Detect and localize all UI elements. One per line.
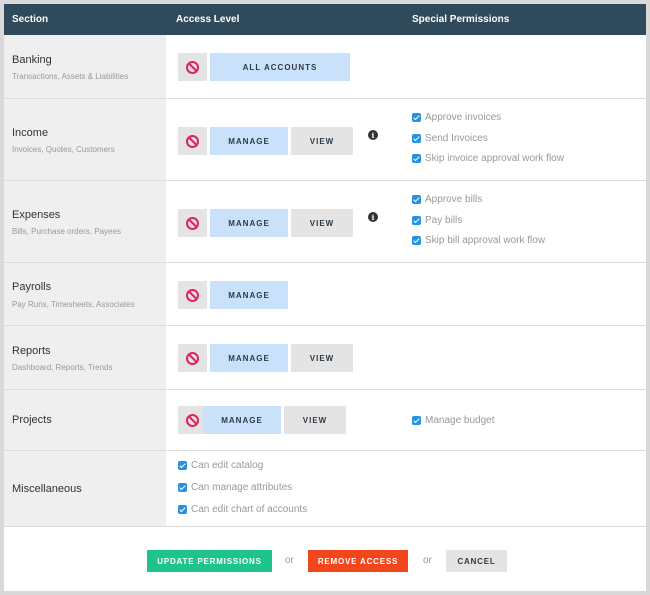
no-access-icon — [186, 413, 199, 427]
checkbox-checked-icon[interactable] — [412, 236, 421, 245]
no-access-icon — [186, 288, 199, 302]
row-banking: Banking Transactions, Assets & Liabiliti… — [4, 35, 646, 99]
row-title: Expenses — [12, 209, 61, 221]
view-button[interactable]: VIEW — [284, 406, 346, 434]
row-subtitle: Pay Runs, Timesheets, Associates — [12, 300, 135, 309]
perm-pay-bills[interactable]: Pay bills — [412, 215, 462, 226]
no-access-button[interactable] — [178, 127, 207, 155]
row-title: Income — [12, 127, 49, 139]
perm-manage-attributes[interactable]: Can manage attributes — [178, 482, 292, 493]
perm-skip-invoice-approval[interactable]: Skip invoice approval work flow — [412, 153, 564, 164]
info-icon[interactable]: i — [368, 212, 378, 222]
checkbox-checked-icon[interactable] — [178, 461, 187, 470]
perm-approve-bills[interactable]: Approve bills — [412, 194, 482, 205]
perm-skip-bill-approval[interactable]: Skip bill approval work flow — [412, 235, 545, 246]
view-button[interactable]: VIEW — [291, 344, 353, 372]
row-subtitle: Transactions, Assets & Liabilities — [12, 72, 129, 81]
row-title: Miscellaneous — [12, 483, 82, 495]
checkbox-checked-icon[interactable] — [412, 195, 421, 204]
no-access-button[interactable] — [178, 281, 207, 309]
manage-button[interactable]: MANAGE — [210, 281, 288, 309]
perm-approve-invoices[interactable]: Approve invoices — [412, 112, 501, 123]
manage-button[interactable]: MANAGE — [203, 406, 281, 434]
or-separator: or — [423, 555, 432, 566]
checkbox-checked-icon[interactable] — [412, 113, 421, 122]
or-separator: or — [285, 555, 294, 566]
header-section: Section — [12, 14, 49, 25]
no-access-icon — [186, 134, 199, 148]
no-access-button[interactable] — [178, 344, 207, 372]
all-accounts-button[interactable]: ALL ACCOUNTS — [210, 53, 350, 81]
no-access-button[interactable] — [178, 53, 207, 81]
checkbox-checked-icon[interactable] — [412, 134, 421, 143]
view-button[interactable]: VIEW — [291, 127, 353, 155]
header-access-level: Access Level — [176, 14, 240, 25]
perm-edit-chart-of-accounts[interactable]: Can edit chart of accounts — [178, 504, 307, 515]
no-access-icon — [186, 60, 199, 74]
row-title: Projects — [12, 414, 52, 426]
row-title: Banking — [12, 54, 52, 66]
checkbox-checked-icon[interactable] — [412, 216, 421, 225]
row-reports: Reports Dashboard, Reports, Trends MANAG… — [4, 326, 646, 390]
row-subtitle: Bills, Purchase orders, Payees — [12, 227, 121, 236]
row-title: Reports — [12, 345, 51, 357]
row-payrolls: Payrolls Pay Runs, Timesheets, Associate… — [4, 263, 646, 326]
checkbox-checked-icon[interactable] — [412, 154, 421, 163]
row-income: Income Invoices, Quotes, Customers MANAG… — [4, 99, 646, 181]
remove-access-button[interactable]: REMOVE ACCESS — [308, 550, 408, 572]
no-access-icon — [186, 351, 199, 365]
perm-edit-catalog[interactable]: Can edit catalog — [178, 460, 263, 471]
table-header: Section Access Level Special Permissions — [4, 4, 646, 35]
row-projects: Projects MANAGE VIEW Manage budget — [4, 390, 646, 451]
row-miscellaneous: Miscellaneous Can edit catalog Can manag… — [4, 451, 646, 527]
no-access-icon — [186, 216, 199, 230]
row-subtitle: Dashboard, Reports, Trends — [12, 363, 113, 372]
update-permissions-button[interactable]: UPDATE PERMISSIONS — [147, 550, 272, 572]
manage-button[interactable]: MANAGE — [210, 127, 288, 155]
checkbox-checked-icon[interactable] — [178, 505, 187, 514]
row-subtitle: Invoices, Quotes, Customers — [12, 145, 115, 154]
header-special-permissions: Special Permissions — [412, 14, 510, 25]
checkbox-checked-icon[interactable] — [412, 416, 421, 425]
cancel-button[interactable]: CANCEL — [446, 550, 507, 572]
manage-button[interactable]: MANAGE — [210, 344, 288, 372]
perm-manage-budget[interactable]: Manage budget — [412, 415, 495, 426]
row-expenses: Expenses Bills, Purchase orders, Payees … — [4, 181, 646, 263]
view-button[interactable]: VIEW — [291, 209, 353, 237]
manage-button[interactable]: MANAGE — [210, 209, 288, 237]
row-title: Payrolls — [12, 281, 52, 293]
no-access-button[interactable] — [178, 209, 207, 237]
permissions-panel: Section Access Level Special Permissions… — [4, 4, 646, 591]
perm-send-invoices[interactable]: Send Invoices — [412, 133, 488, 144]
info-icon[interactable]: i — [368, 130, 378, 140]
checkbox-checked-icon[interactable] — [178, 483, 187, 492]
